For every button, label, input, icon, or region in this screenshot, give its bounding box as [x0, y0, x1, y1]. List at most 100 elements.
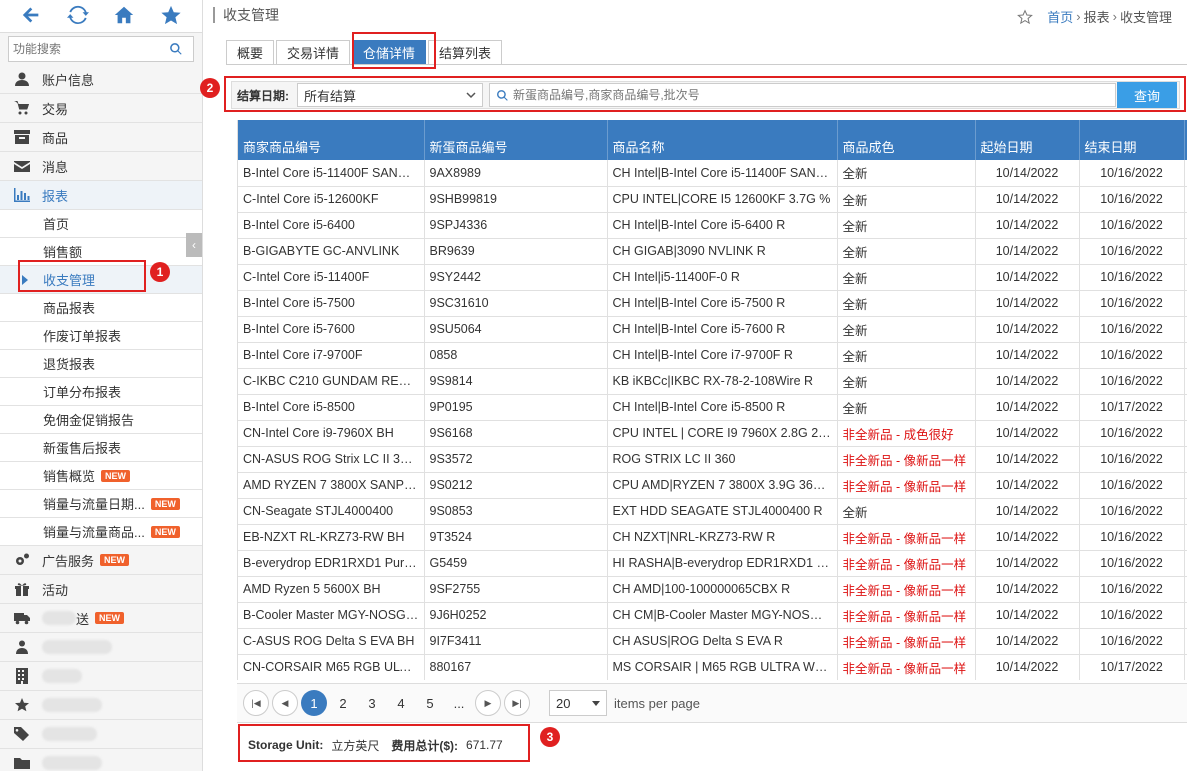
building-icon — [12, 668, 32, 684]
nav-redacted-2[interactable] — [0, 662, 202, 691]
sub-order-distribution[interactable]: 订单分布报表 — [0, 378, 202, 406]
nav-label: 交易 — [42, 101, 69, 117]
first-page-button[interactable]: |◀ — [243, 690, 269, 716]
back-icon[interactable] — [20, 4, 42, 29]
sub-sales-traffic-product[interactable]: 销量与流量商品... NEW — [0, 518, 202, 546]
tab-transaction-details[interactable]: 交易详情 — [276, 40, 351, 64]
nav-activity[interactable]: 活动 — [0, 575, 202, 604]
table-row[interactable]: B-GIGABYTE GC-ANVLINK BR9639 CH GIGAB|3090… — [238, 238, 1187, 265]
last-page-button[interactable]: ▶| — [504, 690, 530, 716]
refresh-icon[interactable] — [66, 4, 89, 29]
nav-delivery[interactable]: 送 NEW — [0, 604, 202, 633]
sub-sales[interactable]: 销售额 — [0, 238, 202, 266]
cell-end-date: 10/16/2022 — [1079, 238, 1185, 265]
breadcrumb-home[interactable]: 首页 — [1047, 7, 1073, 26]
cell-condition: 非全新品 - 像新品一样 — [837, 446, 976, 473]
table-row[interactable]: B-Intel Core i5-7600 9SU5064 CH Intel|B-In… — [238, 316, 1187, 343]
page-4[interactable]: 4 — [388, 690, 414, 716]
cell-newegg-item-number: 9SHB99819 — [424, 186, 608, 213]
page-1[interactable]: 1 — [301, 690, 327, 716]
table-row[interactable]: C-IKBC C210 GUNDAM RED SET 9S9814 KB iKBCc… — [238, 368, 1187, 395]
star-icon[interactable] — [160, 4, 182, 29]
cell-end-date: 10/16/2022 — [1079, 498, 1185, 525]
nav-message[interactable]: 消息 — [0, 152, 202, 181]
nav-product[interactable]: 商品 — [0, 123, 202, 152]
table-row[interactable]: C-Intel Core i5-12600KF 9SHB99819 CPU INTE… — [238, 186, 1187, 213]
sub-after-sales-report[interactable]: 新蛋售后报表 — [0, 434, 202, 462]
page-5[interactable]: 5 — [417, 690, 443, 716]
table-row[interactable]: B-Intel Core i5-7500 9SC31610 CH Intel|B-I… — [238, 290, 1187, 317]
nav-ad-service[interactable]: 广告服务 NEW — [0, 546, 202, 575]
tab-overview[interactable]: 概要 — [226, 40, 275, 64]
table-row[interactable]: B-Intel Core i5-11400F SANPLE 9AX8989 CH I… — [238, 160, 1187, 187]
nav-trade[interactable]: 交易 — [0, 94, 202, 123]
table-row[interactable]: B-Intel Core i7-9700F 0858 CH Intel|B-Inte… — [238, 342, 1187, 369]
redacted-text — [42, 669, 82, 683]
product-search-box[interactable] — [489, 83, 1116, 107]
table-row[interactable]: CN-ASUS ROG Strix LC II 360 BH 9S3572 ROG … — [238, 446, 1187, 473]
table-row[interactable]: EB-NZXT RL-KRZ73-RW BH 9T3524 CH NZXT|NRL-… — [238, 524, 1187, 551]
home-icon[interactable] — [113, 4, 135, 29]
col-condition[interactable]: 商品成色 — [837, 120, 976, 160]
table-row[interactable]: B-everydrop EDR1RXD1 Purple G5459 HI RASHA… — [238, 550, 1187, 577]
sub-sales-overview[interactable]: 销售概览 NEW — [0, 462, 202, 490]
query-button[interactable]: 查询 — [1117, 82, 1177, 108]
breadcrumb-reports[interactable]: 报表 — [1084, 7, 1110, 26]
pagination: |◀ ◀ 1 2 3 4 5 ... ▶ ▶| 20 items per pag… — [237, 683, 1187, 723]
sub-return-report[interactable]: 退货报表 — [0, 350, 202, 378]
sub-void-order-report[interactable]: 作废订单报表 — [0, 322, 202, 350]
page-size-select[interactable]: 20 — [549, 690, 607, 716]
table-row[interactable]: CN-Intel Core i9-7960X BH 9S6168 CPU INTEL… — [238, 420, 1187, 447]
nav-redacted-1[interactable] — [0, 633, 202, 662]
settlement-period-select[interactable]: 所有结算 — [297, 83, 483, 107]
sidebar-search-input[interactable] — [9, 42, 169, 56]
sub-home[interactable]: 首页 — [0, 210, 202, 238]
nav-redacted-3[interactable] — [0, 691, 202, 720]
table-row[interactable]: B-Cooler Master MGY-NOSG-N36 9J6H0252 CH C… — [238, 602, 1187, 629]
table-row[interactable]: B-Intel Core i5-6400 9SPJ4336 CH Intel|B-I… — [238, 212, 1187, 239]
nav-redacted-5[interactable] — [0, 749, 202, 771]
cell-newegg-item-number: 0858 — [424, 342, 608, 369]
sub-product-report[interactable]: 商品报表 — [0, 294, 202, 322]
tab-settlement-list[interactable]: 结算列表 — [428, 40, 503, 64]
chevron-down-icon — [466, 92, 476, 99]
cell-newegg-item-number: 9S0853 — [424, 498, 608, 525]
cell-start-date: 10/14/2022 — [975, 446, 1080, 473]
col-newegg-item-number[interactable]: 新蛋商品编号 — [424, 120, 608, 160]
cell-seller-sku: EB-NZXT RL-KRZ73-RW BH — [238, 524, 425, 551]
prev-page-button[interactable]: ◀ — [272, 690, 298, 716]
col-item-name[interactable]: 商品名称 — [607, 120, 838, 160]
cell-condition: 全新 — [837, 290, 976, 317]
tab-storage-details[interactable]: 仓储详情 — [352, 40, 427, 64]
table-row[interactable]: C-ASUS ROG Delta S EVA BH 9I7F3411 CH ASUS… — [238, 628, 1187, 655]
table-row[interactable]: CN-Seagate STJL4000400 9S0853 EXT HDD SEAG… — [238, 498, 1187, 525]
table-row[interactable]: B-Intel Core i5-8500 9P0195 CH Intel|B-Int… — [238, 394, 1187, 421]
nav-redacted-4[interactable] — [0, 720, 202, 749]
sub-finance-management[interactable]: 收支管理 — [0, 266, 202, 294]
table-row[interactable]: C-Intel Core i5-11400F 9SY2442 CH Intel|i5… — [238, 264, 1187, 291]
table-row[interactable]: AMD Ryzen 5 5600X BH 9SF2755 CH AMD|100-10… — [238, 576, 1187, 603]
col-end-date[interactable]: 结束日期 — [1079, 120, 1185, 160]
cell-condition: 全新 — [837, 264, 976, 291]
table-row[interactable]: AMD RYZEN 7 3800X SANPLE 9S0212 CPU AMD|RY… — [238, 472, 1187, 499]
sidebar-search[interactable] — [8, 36, 194, 62]
sub-sales-traffic-date[interactable]: 销量与流量日期... NEW — [0, 490, 202, 518]
col-seller-sku[interactable]: 商家商品编号 — [238, 120, 425, 160]
cell-condition: 全新 — [837, 498, 976, 525]
storage-details-table: 商家商品编号 新蛋商品编号 商品名称 商品成色 起始日期 结束日期 B-Inte… — [237, 120, 1187, 680]
table-row[interactable]: CN-CORSAIR M65 RGB ULTRA BH880167MS CORS… — [238, 654, 1187, 680]
sidebar-collapse-handle[interactable]: ‹ — [186, 233, 202, 257]
next-page-button[interactable]: ▶ — [475, 690, 501, 716]
page-ellipsis[interactable]: ... — [446, 690, 472, 716]
page-3[interactable]: 3 — [359, 690, 385, 716]
page-2[interactable]: 2 — [330, 690, 356, 716]
nav-account[interactable]: 账户信息 — [0, 65, 202, 94]
sub-commission-free-promo[interactable]: 免佣金促销报告 — [0, 406, 202, 434]
favorite-star-icon[interactable] — [1017, 8, 1034, 25]
search-icon[interactable] — [169, 42, 183, 56]
product-search-input[interactable] — [513, 88, 1073, 102]
new-badge: NEW — [95, 612, 125, 624]
cell-start-date: 10/14/2022 — [975, 420, 1080, 447]
col-start-date[interactable]: 起始日期 — [975, 120, 1080, 160]
nav-reports[interactable]: 报表 — [0, 181, 202, 210]
